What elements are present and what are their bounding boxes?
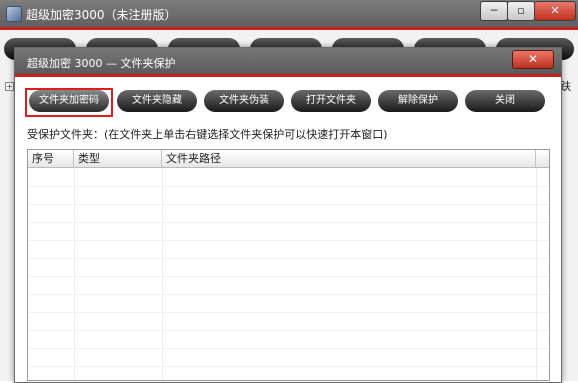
row-divider	[28, 348, 549, 349]
open-folder-button[interactable]: 打开文件夹	[291, 90, 371, 112]
row-divider	[28, 330, 549, 331]
row-divider	[28, 312, 549, 313]
row-divider	[28, 276, 549, 277]
tree-expand-icon[interactable]: +	[5, 82, 14, 91]
main-titlebar[interactable]: 超级加密3000（未注册版） ─ ▫ ✕	[0, 0, 578, 30]
protected-folders-table[interactable]: 序号 类型 文件夹路径	[27, 149, 550, 381]
row-divider	[28, 240, 549, 241]
dialog-toolbar: 文件夹加密码 文件夹隐藏 文件夹伪装 打开文件夹 解除保护 关闭	[15, 88, 561, 118]
folder-protection-dialog: 超级加密 3000 — 文件夹保护 ✕ 文件夹加密码 文件夹隐藏 文件夹伪装 打…	[14, 47, 562, 383]
column-header-filler	[536, 150, 549, 167]
column-header-path[interactable]: 文件夹路径	[162, 150, 536, 167]
restore-button[interactable]: ▫	[507, 1, 535, 21]
remove-protection-button[interactable]: 解除保护	[378, 90, 458, 112]
disguise-folder-button[interactable]: 文件夹伪装	[204, 90, 284, 112]
dialog-close-button[interactable]: ✕	[512, 50, 554, 69]
column-header-type[interactable]: 类型	[74, 150, 162, 167]
app-icon	[6, 6, 22, 22]
close-button[interactable]: 关闭	[465, 90, 545, 112]
row-divider	[28, 294, 549, 295]
hide-folder-button[interactable]: 文件夹隐藏	[117, 90, 197, 112]
minimize-button[interactable]: ─	[480, 1, 508, 21]
selection-highlight	[25, 88, 113, 117]
dialog-titlebar[interactable]: 超级加密 3000 — 文件夹保护 ✕	[15, 48, 561, 77]
row-divider	[28, 204, 549, 205]
table-header: 序号 类型 文件夹路径	[28, 150, 549, 168]
row-divider	[28, 186, 549, 187]
main-window-title: 超级加密3000（未注册版）	[26, 8, 177, 22]
protected-folders-label: 受保护文件夹：(在文件夹上单击右键选择文件夹保护可以快速打开本窗口)	[27, 128, 388, 141]
row-divider	[28, 222, 549, 223]
dialog-title: 超级加密 3000 — 文件夹保护	[27, 57, 176, 70]
row-divider	[28, 258, 549, 259]
column-header-seq[interactable]: 序号	[28, 150, 74, 167]
main-close-button[interactable]: ✕	[534, 1, 576, 21]
row-divider	[28, 366, 549, 367]
